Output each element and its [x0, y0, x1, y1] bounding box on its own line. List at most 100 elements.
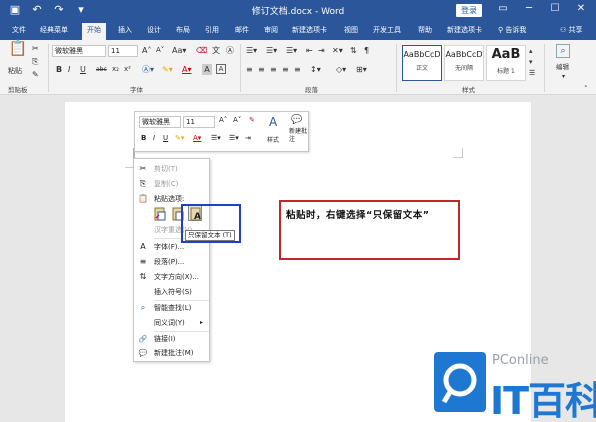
menu-item-synonyms[interactable]: 同义词(Y) ▸ [134, 317, 209, 329]
mini-format-painter-icon[interactable]: ✎ [249, 116, 255, 124]
show-marks-icon[interactable]: ¶ [364, 45, 369, 56]
tab-insert[interactable]: 插入 [118, 25, 132, 35]
tab-help[interactable]: 帮助 [418, 25, 432, 35]
share-button[interactable]: ⚇ 共享 [560, 25, 583, 35]
shading-icon[interactable]: ◇▾ [336, 64, 346, 75]
menu-item-paragraph[interactable]: ≡ 段落(P)... [134, 256, 209, 268]
style-heading-1[interactable]: AaB 标题 1 [486, 45, 526, 81]
mini-styles-label: 样式 [267, 137, 280, 144]
minimize-icon[interactable]: ─ [522, 3, 536, 14]
share-label: 共享 [568, 26, 583, 34]
menu-item-insert-symbol[interactable]: 插入符号(S) [134, 286, 209, 298]
distributed-icon[interactable]: ≡ [294, 64, 301, 75]
align-left-icon[interactable]: ≡ [246, 64, 253, 75]
tab-new-tab-1[interactable]: 新建选项卡 [292, 25, 327, 35]
menu-divider [154, 300, 209, 301]
tab-design[interactable]: 设计 [147, 25, 161, 35]
group-label-clipboard: 剪贴板 [8, 86, 28, 94]
line-spacing-icon[interactable]: ↕▾ [310, 64, 321, 75]
text-effects-icon[interactable]: Ⓐ▾ [142, 64, 154, 75]
mini-font-size-select[interactable]: 11 [183, 116, 215, 128]
mini-underline-button[interactable]: U [163, 134, 168, 142]
menu-item-copy[interactable]: ⎘ 复制(C) [134, 178, 209, 190]
align-center-icon[interactable]: ≡ [258, 64, 265, 75]
ribbon-display-options-icon[interactable]: ▭ [496, 3, 510, 14]
multilevel-list-icon[interactable]: ☰▾ [286, 45, 297, 56]
copy-icon[interactable]: ⎘ [32, 56, 38, 67]
paste-button[interactable]: 粘贴 [8, 66, 22, 77]
mini-numbering-icon[interactable]: ☰▾ [229, 134, 239, 142]
mini-shrink-font-icon[interactable]: A˅ [233, 116, 241, 124]
menu-item-smart-lookup[interactable]: ⌕ 智能查找(L) [134, 302, 209, 314]
tab-developer[interactable]: 开发工具 [373, 25, 401, 35]
menu-item-cut[interactable]: ✂ 剪切(T) [134, 163, 209, 175]
increase-indent-icon[interactable]: ⇥ [318, 45, 325, 56]
paste-keep-source-formatting-button[interactable] [152, 205, 166, 221]
tab-references[interactable]: 引用 [205, 25, 219, 35]
sort-icon[interactable]: ⇅ [350, 45, 357, 56]
maximize-icon[interactable]: ☐ [548, 3, 562, 14]
bullets-icon[interactable]: ☰▾ [246, 45, 257, 56]
tab-mailings[interactable]: 邮件 [235, 25, 249, 35]
tab-view[interactable]: 视图 [344, 25, 358, 35]
justify-icon[interactable]: ≡ [282, 64, 289, 75]
mini-bold-button[interactable]: B [141, 134, 146, 142]
tab-classic-menu[interactable]: 经典菜单 [40, 25, 68, 35]
font-size-select[interactable]: 11 [108, 45, 138, 57]
mini-styles-icon[interactable]: A [269, 115, 277, 129]
font-color-icon[interactable]: A▾ [182, 64, 192, 75]
find-icon[interactable]: ⌕ [556, 44, 570, 58]
mini-italic-button[interactable]: I [153, 134, 155, 142]
mini-grow-font-icon[interactable]: A˄ [219, 116, 227, 124]
styles-scroll-icon[interactable]: ▴ ▾ ☰ [529, 46, 535, 79]
highlight-icon[interactable]: ✎▾ [162, 64, 173, 75]
grow-font-icon[interactable]: A˄ [142, 45, 151, 56]
style-no-spacing[interactable]: AaBbCcD 无间隔 [444, 45, 484, 81]
subscript-button[interactable]: x₂ [112, 64, 119, 75]
paste-icon[interactable]: 📋 [8, 41, 28, 65]
login-button[interactable]: 登录 [456, 4, 482, 17]
search-icon: ⌕ [140, 303, 146, 312]
cut-icon[interactable]: ✂ [32, 43, 39, 54]
format-painter-icon[interactable]: ✎ [32, 69, 39, 80]
change-case-icon[interactable]: Aa▾ [172, 45, 186, 56]
menu-item-link[interactable]: 🔗 链接(I) [134, 333, 209, 345]
char-shading-icon[interactable]: A [202, 64, 212, 75]
style-normal[interactable]: AaBbCcD 正文 [402, 45, 442, 81]
mini-indent-icon[interactable]: ⇥ [245, 134, 251, 142]
watermark: PConline IT百科 [432, 348, 596, 422]
shrink-font-icon[interactable]: A˅ [156, 45, 164, 56]
phonetic-guide-icon[interactable]: 文 [212, 45, 220, 56]
mini-font-name-select[interactable]: 微软雅黑 [139, 116, 181, 128]
mini-highlight-icon[interactable]: ✎▾ [175, 134, 184, 142]
collapse-ribbon-icon[interactable]: ˄ [584, 84, 588, 95]
menu-item-new-comment[interactable]: 💬 新建批注(M) [134, 347, 209, 359]
superscript-button[interactable]: x² [124, 64, 131, 75]
chinese-layout-icon[interactable]: ✕▾ [332, 45, 343, 56]
align-right-icon[interactable]: ≡ [270, 64, 277, 75]
strikethrough-button[interactable]: abc [96, 64, 107, 75]
numbering-icon[interactable]: ☰▾ [266, 45, 277, 56]
tab-new-tab-2[interactable]: 新建选项卡 [447, 25, 482, 35]
tab-home[interactable]: 开始 [82, 23, 106, 40]
tab-layout[interactable]: 布局 [176, 25, 190, 35]
menu-item-text-direction[interactable]: ⇅ 文字方向(X)... [134, 271, 209, 283]
ribbon-home: 📋 粘贴 ✂ ⎘ ✎ 剪贴板 微软雅黑 11 A˄ A˅ Aa▾ ⌫ 文 Ⓐ B… [0, 40, 596, 95]
borders-icon[interactable]: ⊞▾ [356, 64, 367, 75]
tab-review[interactable]: 审阅 [264, 25, 278, 35]
italic-button[interactable]: I [68, 64, 70, 75]
mini-bullets-icon[interactable]: ☰▾ [211, 134, 221, 142]
char-border-icon[interactable]: A [216, 64, 226, 74]
decrease-indent-icon[interactable]: ⇤ [306, 45, 313, 56]
menu-item-label: 字体(F)... [154, 243, 185, 251]
enclose-char-icon[interactable]: Ⓐ [226, 45, 234, 56]
font-name-select[interactable]: 微软雅黑 [52, 45, 106, 57]
bold-button[interactable]: B [56, 64, 62, 75]
clear-format-icon[interactable]: ⌫ [196, 45, 207, 56]
underline-button[interactable]: U [80, 64, 86, 75]
tab-file[interactable]: 文件 [12, 25, 26, 35]
close-icon[interactable]: ✕ [574, 3, 588, 14]
tell-me-search[interactable]: ⚲ 告诉我 [498, 25, 526, 35]
mini-new-comment-icon[interactable]: 💬 [291, 115, 302, 125]
mini-font-color-icon[interactable]: A▾ [193, 134, 201, 142]
